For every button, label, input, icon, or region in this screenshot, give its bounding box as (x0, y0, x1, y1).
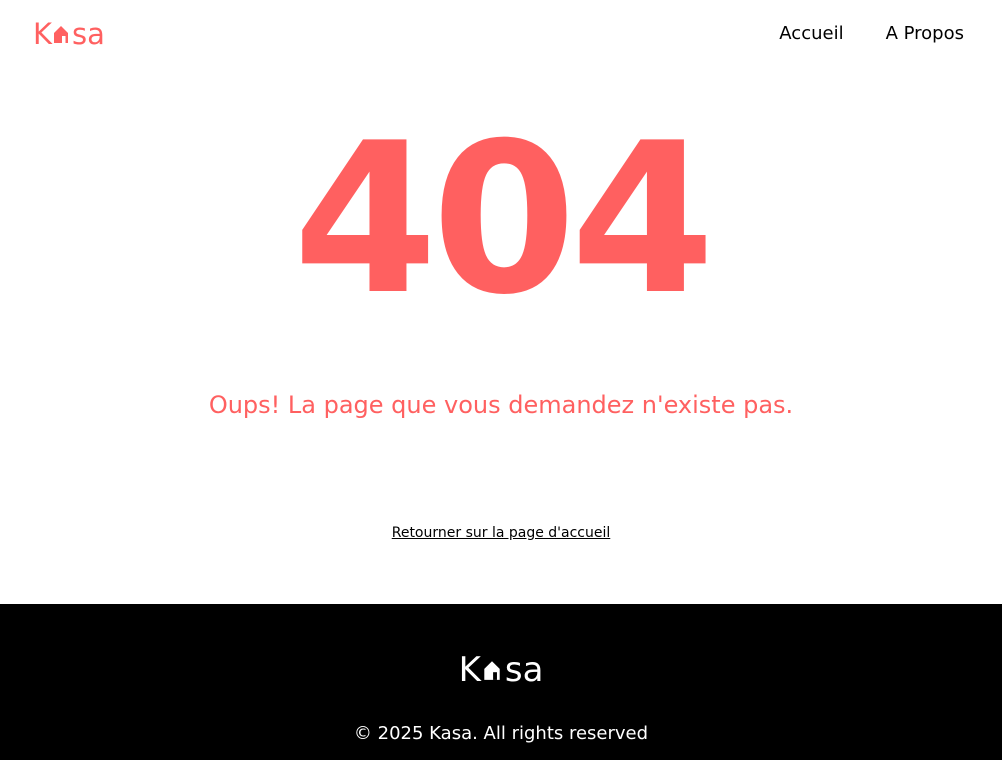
error-message: Oups! La page que vous demandez n'existe… (208, 391, 794, 419)
copyright-text: © 2025 Kasa. All rights reserved (353, 723, 649, 744)
home-link-container: Retourner sur la page d'accueil (0, 524, 1002, 542)
house-icon (484, 661, 500, 680)
logo-letter-k: K (33, 16, 53, 51)
site-footer: K sa © 2025 Kasa. All rights reserved (0, 604, 1002, 760)
footer-logo-letter-k: K (458, 650, 481, 690)
kasa-logo[interactable]: K sa (33, 18, 105, 50)
error-code: 404 (292, 99, 715, 341)
logo-letters-sa: sa (72, 16, 105, 51)
footer-logo: K sa (0, 652, 1002, 688)
footer-logo-letters-sa: sa (504, 650, 544, 690)
nav-link-about[interactable]: A Propos (886, 22, 964, 46)
main-nav: Accueil A Propos (779, 22, 964, 46)
site-header: K sa Accueil A Propos (0, 0, 1002, 70)
house-icon (54, 26, 69, 43)
back-to-home-link[interactable]: Retourner sur la page d'accueil (392, 525, 611, 541)
nav-link-home[interactable]: Accueil (779, 22, 843, 46)
